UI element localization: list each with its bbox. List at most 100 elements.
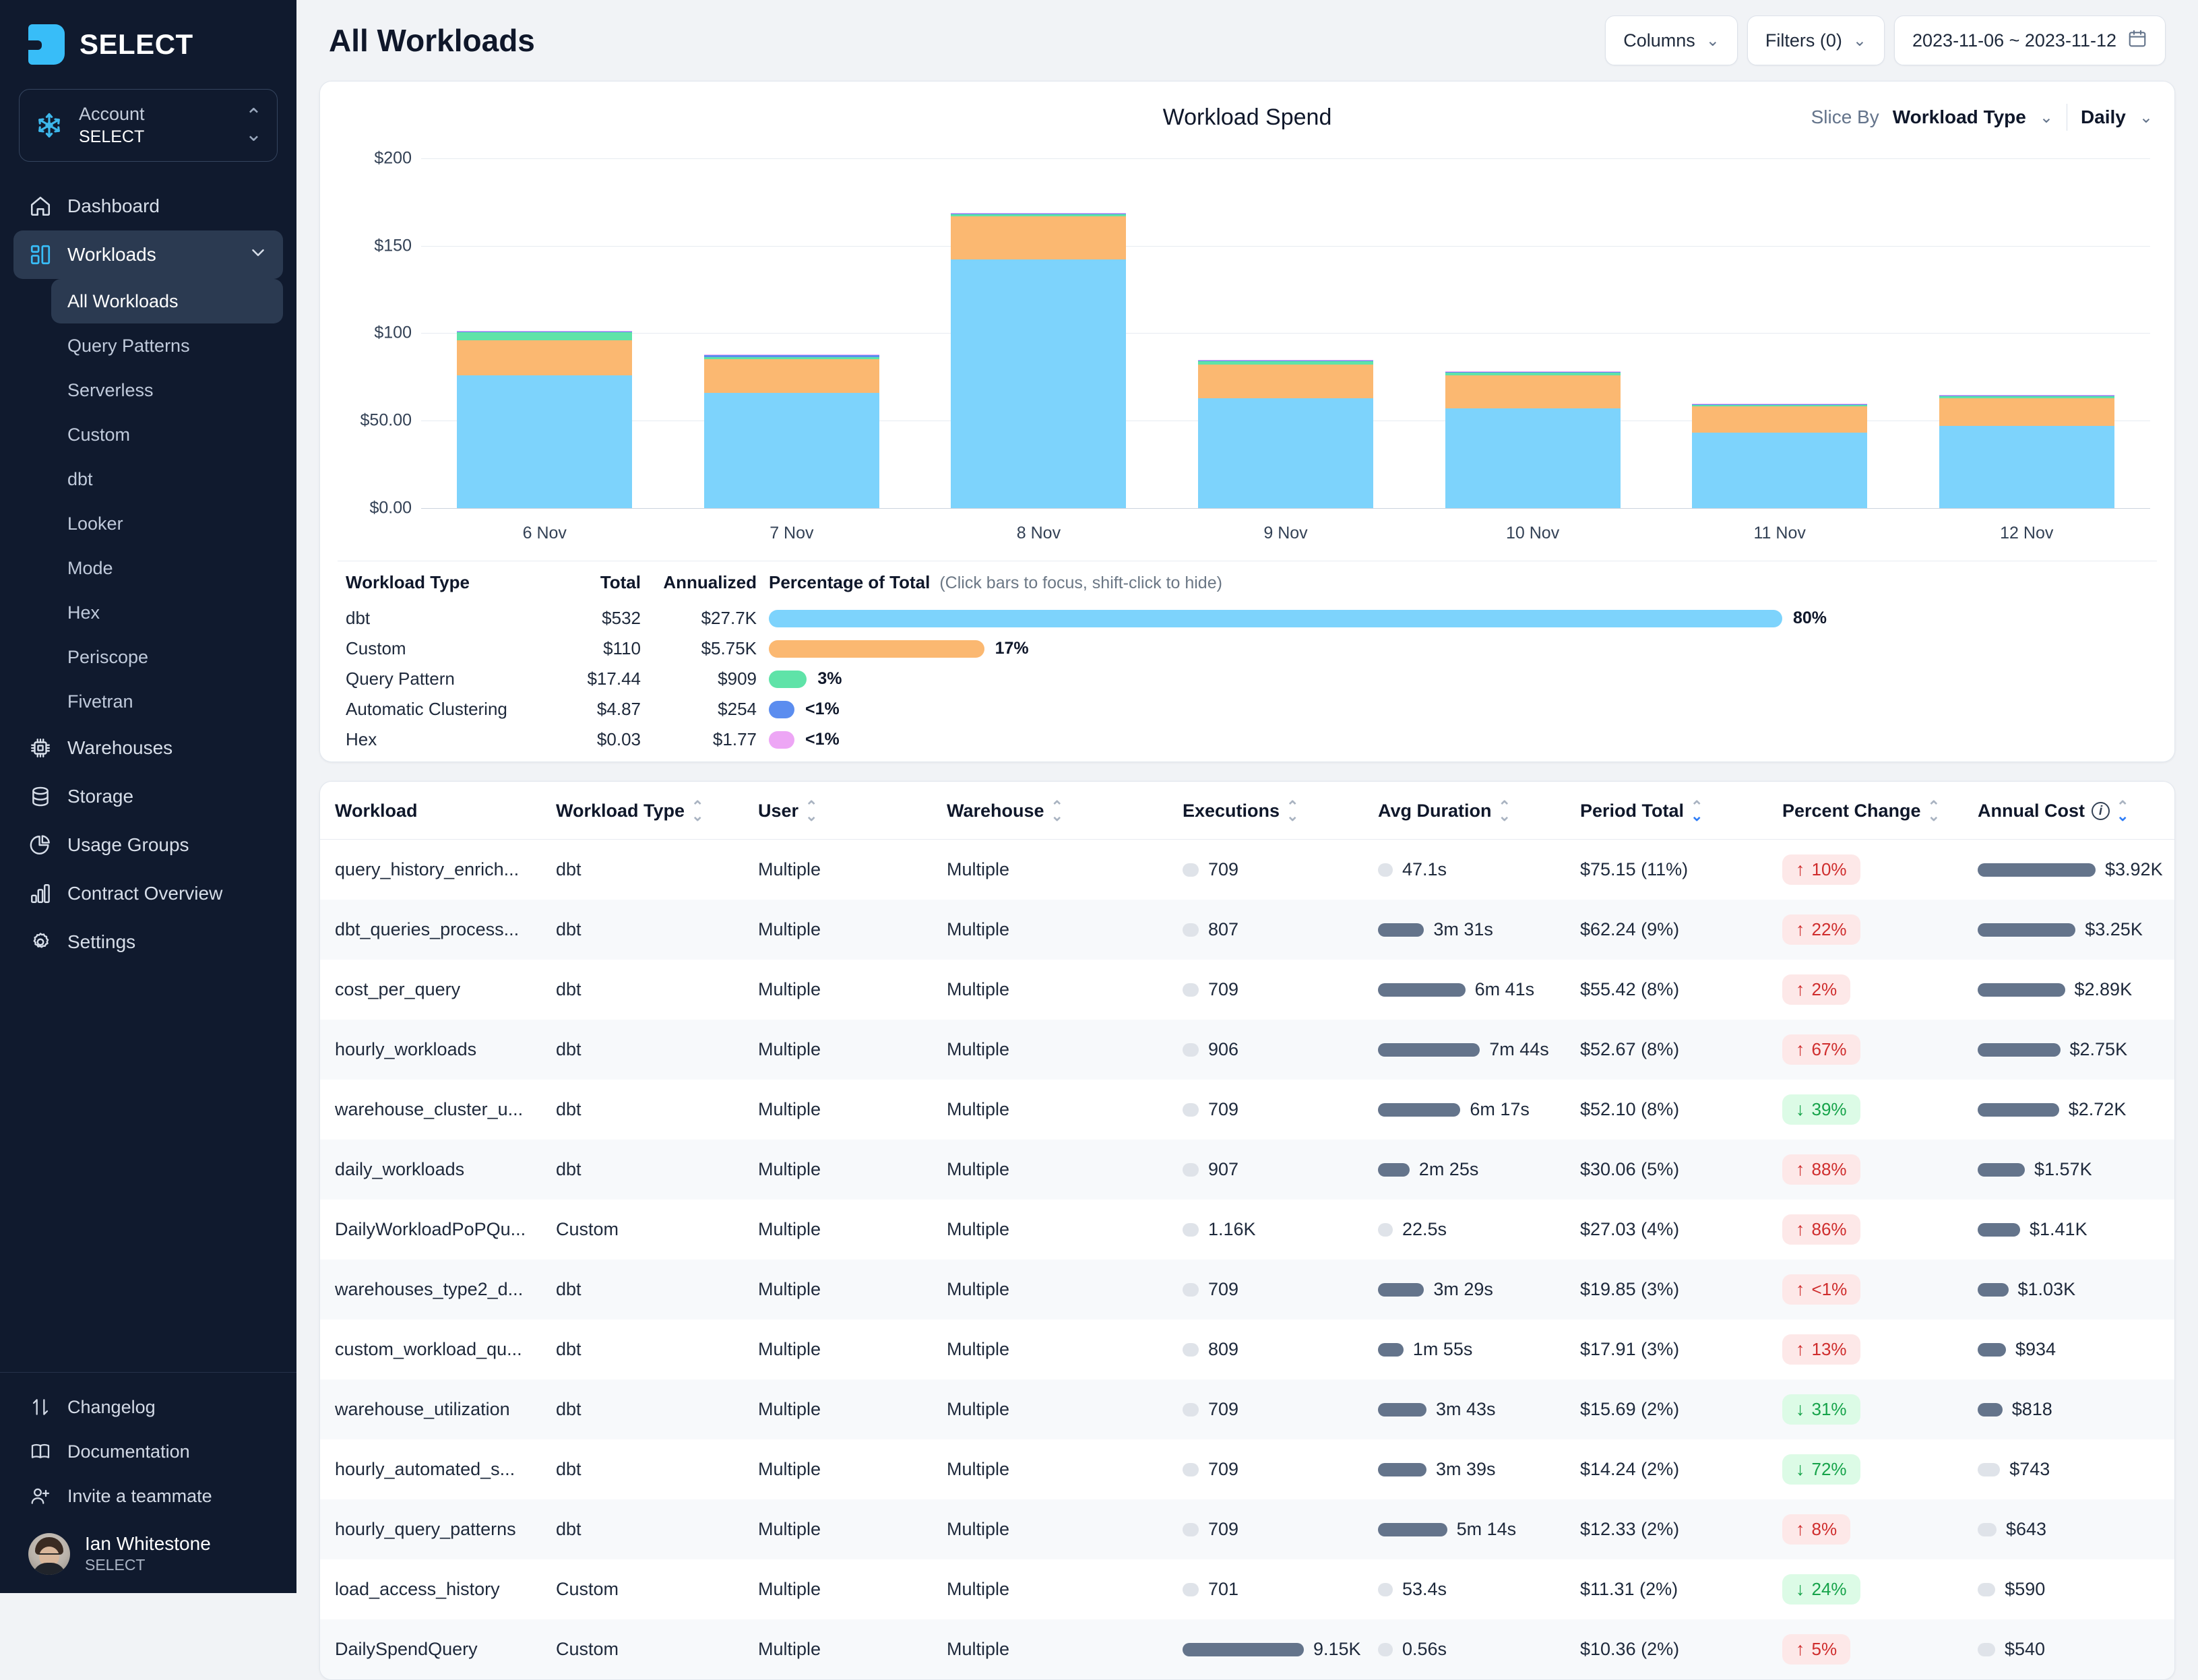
table-header-executions[interactable]: Executions ⌃ ⌄ xyxy=(1183,782,1378,840)
bar-segment[interactable] xyxy=(1939,398,2114,427)
stacked-bar[interactable] xyxy=(703,354,879,508)
table-row[interactable]: hourly_automated_s... dbt Multiple Multiple… xyxy=(320,1439,2174,1499)
stacked-bar[interactable] xyxy=(1939,395,2114,508)
legend-percent-bar[interactable] xyxy=(769,700,794,718)
workload-name[interactable]: load_access_history xyxy=(335,1579,500,1599)
chart-bar-slot[interactable] xyxy=(915,141,1162,508)
footer-item-changelog[interactable]: Changelog xyxy=(13,1385,283,1429)
table-header-annual_cost[interactable]: Annual Cost i ⌃ ⌄ xyxy=(1978,782,2174,840)
sort-toggle[interactable]: ⌃ ⌄ xyxy=(1928,799,1940,823)
sort-desc-icon[interactable]: ⌄ xyxy=(1691,808,1703,822)
legend-percent-bar[interactable] xyxy=(769,730,794,749)
table-row[interactable]: load_access_history Custom Multiple Multipl… xyxy=(320,1559,2174,1619)
table-header-period_total[interactable]: Period Total ⌃ ⌄ xyxy=(1580,782,1782,840)
sort-toggle[interactable]: ⌃ ⌄ xyxy=(1691,799,1703,823)
user-profile[interactable]: Ian Whitestone SELECT xyxy=(13,1518,283,1576)
sort-desc-icon[interactable]: ⌄ xyxy=(691,808,703,822)
table-row[interactable]: hourly_query_patterns dbt Multiple Multiple… xyxy=(320,1499,2174,1559)
table-header-user[interactable]: User ⌃ ⌄ xyxy=(758,782,947,840)
chart-bar-slot[interactable] xyxy=(1903,141,2150,508)
bar-segment[interactable] xyxy=(703,392,879,508)
table-row[interactable]: daily_workloads dbt Multiple Multiple 907 2m … xyxy=(320,1140,2174,1200)
sidebar-item-dashboard[interactable]: Dashboard xyxy=(13,182,283,230)
date-range-picker[interactable]: 2023-11-06 ~ 2023-11-12 xyxy=(1894,15,2166,65)
legend-row[interactable]: dbt $532 $27.7K 80% xyxy=(338,603,2157,633)
sidebar-item-custom[interactable]: Custom xyxy=(51,412,283,457)
table-row[interactable]: cost_per_query dbt Multiple Multiple 709 6m 4… xyxy=(320,960,2174,1020)
sort-desc-icon[interactable]: ⌄ xyxy=(2116,808,2129,822)
workload-name[interactable]: cost_per_query xyxy=(335,979,460,999)
workload-name[interactable]: custom_workload_qu... xyxy=(335,1339,522,1359)
sidebar-item-mode[interactable]: Mode xyxy=(51,546,283,590)
workload-name[interactable]: query_history_enrich... xyxy=(335,859,519,879)
table-header-warehouse[interactable]: Warehouse ⌃ ⌄ xyxy=(947,782,1183,840)
table-row[interactable]: warehouse_utilization dbt Multiple Multiple… xyxy=(320,1379,2174,1439)
legend-row[interactable]: Hex $0.03 $1.77 <1% xyxy=(338,724,2157,755)
slice-by-select[interactable]: Workload Type xyxy=(1893,106,2026,128)
sort-toggle[interactable]: ⌃ ⌄ xyxy=(805,799,817,823)
table-header-percent_change[interactable]: Percent Change ⌃ ⌄ xyxy=(1782,782,1978,840)
workload-name[interactable]: DailySpendQuery xyxy=(335,1639,478,1659)
chevron-down-icon[interactable]: ⌄ xyxy=(2040,108,2053,127)
stacked-bar[interactable] xyxy=(1198,360,1374,508)
columns-button[interactable]: Columns ⌄ xyxy=(1605,15,1738,65)
bar-segment[interactable] xyxy=(1198,365,1374,398)
bar-segment[interactable] xyxy=(951,216,1127,260)
workload-name[interactable]: warehouse_cluster_u... xyxy=(335,1099,523,1119)
table-row[interactable]: DailySpendQuery Custom Multiple Multiple 9.1… xyxy=(320,1619,2174,1679)
sort-toggle[interactable]: ⌃ ⌄ xyxy=(1499,799,1511,823)
bar-segment[interactable] xyxy=(951,259,1127,508)
bar-segment[interactable] xyxy=(1939,426,2114,508)
sidebar-item-usage-groups[interactable]: Usage Groups xyxy=(13,821,283,869)
table-row[interactable]: warehouses_type2_d... dbt Multiple Multiple… xyxy=(320,1259,2174,1319)
table-header-workload_type[interactable]: Workload Type ⌃ ⌄ xyxy=(556,782,758,840)
bar-segment[interactable] xyxy=(1445,408,1621,508)
sidebar-item-hex[interactable]: Hex xyxy=(51,590,283,635)
stacked-bar[interactable] xyxy=(1445,371,1621,508)
bar-segment[interactable] xyxy=(1692,406,1868,433)
granularity-select[interactable]: Daily xyxy=(2081,106,2126,128)
workload-name[interactable]: warehouses_type2_d... xyxy=(335,1279,523,1299)
workload-name[interactable]: hourly_query_patterns xyxy=(335,1519,516,1539)
bar-segment[interactable] xyxy=(457,332,633,340)
workload-name[interactable]: warehouse_utilization xyxy=(335,1399,510,1419)
table-row[interactable]: dbt_queries_process... dbt Multiple Multipl… xyxy=(320,900,2174,960)
chart-bar-slot[interactable] xyxy=(421,141,668,508)
sidebar-item-workloads[interactable]: Workloads xyxy=(13,230,283,280)
chevron-down-icon[interactable]: ⌄ xyxy=(2139,108,2153,127)
account-switcher[interactable]: Account SELECT ⌃ ⌄ xyxy=(19,89,278,162)
chart-bar-slot[interactable] xyxy=(1656,141,1904,508)
info-icon[interactable]: i xyxy=(2092,802,2110,820)
workload-name[interactable]: dbt_queries_process... xyxy=(335,919,519,939)
legend-row[interactable]: Query Pattern $17.44 $909 3% xyxy=(338,664,2157,694)
table-header-avg_duration[interactable]: Avg Duration ⌃ ⌄ xyxy=(1378,782,1580,840)
chart-bar-slot[interactable] xyxy=(1162,141,1410,508)
sort-desc-icon[interactable]: ⌄ xyxy=(1928,808,1940,822)
sidebar-item-contract-overview[interactable]: Contract Overview xyxy=(13,869,283,918)
sidebar-item-looker[interactable]: Looker xyxy=(51,501,283,546)
bar-segment[interactable] xyxy=(1692,433,1868,508)
sidebar-item-storage[interactable]: Storage xyxy=(13,772,283,821)
stacked-bar[interactable] xyxy=(457,330,633,508)
workload-name[interactable]: hourly_automated_s... xyxy=(335,1459,515,1479)
sidebar-item-fivetran[interactable]: Fivetran xyxy=(51,679,283,724)
sort-desc-icon[interactable]: ⌄ xyxy=(1051,808,1063,822)
legend-row[interactable]: Automatic Clustering $4.87 $254 <1% xyxy=(338,694,2157,724)
chart-bar-slot[interactable] xyxy=(1409,141,1656,508)
sort-toggle[interactable]: ⌃ ⌄ xyxy=(1051,799,1063,823)
sort-toggle[interactable]: ⌃ ⌄ xyxy=(2116,799,2129,823)
legend-percent-bar[interactable] xyxy=(769,670,807,688)
sidebar-item-dbt[interactable]: dbt xyxy=(51,457,283,501)
stacked-bar[interactable] xyxy=(1692,404,1868,508)
sidebar-item-settings[interactable]: Settings xyxy=(13,918,283,966)
sort-toggle[interactable]: ⌃ ⌄ xyxy=(1286,799,1298,823)
sort-toggle[interactable]: ⌃ ⌄ xyxy=(691,799,703,823)
table-row[interactable]: DailyWorkloadPoPQu... Custom Multiple Multi… xyxy=(320,1200,2174,1259)
bar-segment[interactable] xyxy=(703,359,879,393)
bar-segment[interactable] xyxy=(1445,375,1621,409)
sort-desc-icon[interactable]: ⌄ xyxy=(1286,808,1298,822)
bar-segment[interactable] xyxy=(457,340,633,375)
bar-segment[interactable] xyxy=(1198,398,1374,508)
sidebar-item-query-patterns[interactable]: Query Patterns xyxy=(51,323,283,368)
bar-segment[interactable] xyxy=(457,375,633,508)
